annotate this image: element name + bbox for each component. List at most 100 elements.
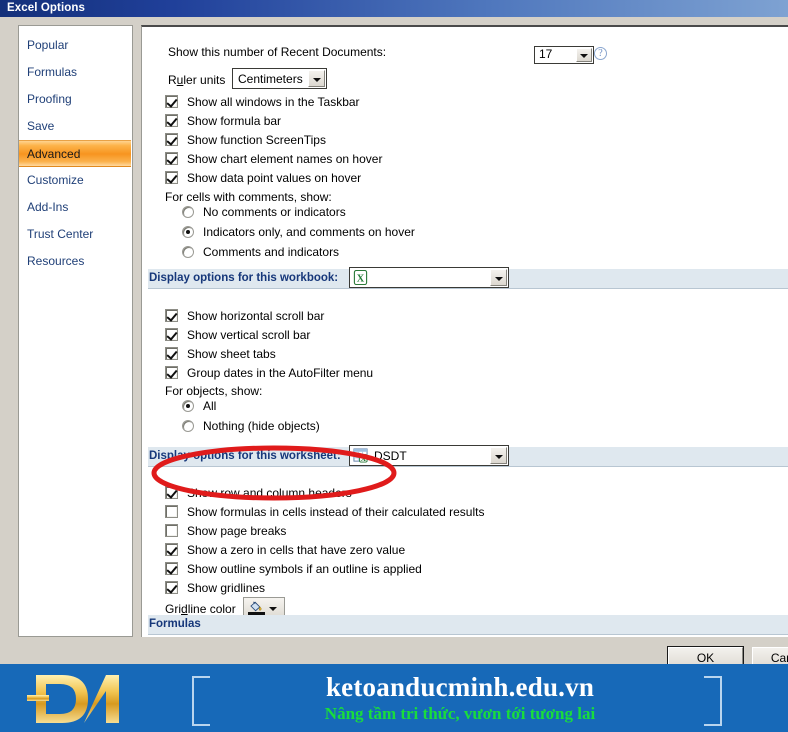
banner-slogan: Nâng tầm tri thức, vươn tới tương lai bbox=[324, 704, 596, 723]
chevron-down-icon[interactable] bbox=[269, 607, 277, 611]
radio-no-comments-or-indicators[interactable]: No comments or indicators bbox=[182, 205, 346, 219]
checkbox-label: Show vertical scroll bar bbox=[187, 328, 311, 342]
checkbox-group-dates-in-the-autofilter-menu[interactable]: Group dates in the AutoFilter menu bbox=[165, 366, 373, 380]
radio-comments-and-indicators[interactable]: Comments and indicators bbox=[182, 245, 339, 259]
checkbox-label: Show row and column headers bbox=[187, 486, 352, 500]
sidebar-item-trust-center[interactable]: Trust Center bbox=[19, 221, 132, 248]
checkbox-icon[interactable] bbox=[165, 309, 178, 322]
sidebar-item-label: Resources bbox=[27, 254, 85, 268]
checkbox-label: Show chart element names on hover bbox=[187, 152, 383, 166]
checkbox-icon[interactable] bbox=[165, 133, 178, 146]
sidebar-item-resources[interactable]: Resources bbox=[19, 248, 132, 275]
sidebar-item-label: Popular bbox=[27, 38, 69, 52]
ruler-units-combo[interactable]: Centimeters bbox=[232, 68, 327, 89]
sidebar-item-add-ins[interactable]: Add-Ins bbox=[19, 194, 132, 221]
help-icon[interactable]: ? bbox=[594, 47, 607, 60]
radio-indicators-only-and-comments-on-hover[interactable]: Indicators only, and comments on hover bbox=[182, 225, 415, 239]
paint-bucket-icon bbox=[249, 601, 263, 612]
radio-label: All bbox=[203, 399, 217, 413]
sidebar-item-save[interactable]: Save bbox=[19, 113, 132, 140]
sidebar-item-label: Save bbox=[27, 119, 55, 133]
scroll-clip-mask bbox=[142, 27, 788, 45]
radio-label: Indicators only, and comments on hover bbox=[203, 225, 415, 239]
ducminh-logo bbox=[27, 675, 119, 723]
checkbox-icon[interactable] bbox=[165, 152, 178, 165]
checkbox-icon[interactable] bbox=[165, 171, 178, 184]
ruler-units-label-rest: ler units bbox=[183, 73, 226, 87]
checkbox-icon[interactable] bbox=[165, 543, 178, 556]
worksheet-select-combo[interactable]: X DSDT bbox=[349, 445, 509, 466]
recent-documents-label: Show this number of Recent Documents: bbox=[168, 45, 387, 59]
checkbox-label: Show sheet tabs bbox=[187, 347, 276, 361]
sidebar-item-label: Add-Ins bbox=[27, 200, 69, 214]
checkbox-show-all-windows-in-the-taskbar[interactable]: Show all windows in the Taskbar bbox=[165, 95, 360, 109]
radio-all[interactable]: All bbox=[182, 399, 216, 413]
window-title-bar: Excel Options bbox=[0, 0, 788, 17]
objects-group-label: For objects, show: bbox=[165, 384, 263, 398]
sidebar-item-popular[interactable]: Popular bbox=[19, 32, 132, 59]
excel-options-dialog: Excel Options Popular Formulas Proofing Sav… bbox=[0, 0, 788, 671]
site-banner: ketoanducminh.edu.vn Nâng tầm tri thức, … bbox=[0, 664, 788, 732]
spinner-down-arrow-icon[interactable] bbox=[576, 48, 592, 62]
chevron-down-icon[interactable] bbox=[490, 447, 507, 464]
chevron-down-icon[interactable] bbox=[490, 269, 507, 286]
checkbox-icon[interactable] bbox=[165, 581, 178, 594]
workbook-section-title: Display options for this workbook: bbox=[149, 272, 339, 284]
checkbox-icon[interactable] bbox=[165, 95, 178, 108]
sidebar-item-label: Formulas bbox=[27, 65, 78, 79]
recent-documents-spinner[interactable]: 17 bbox=[534, 46, 594, 64]
radio-icon[interactable] bbox=[182, 226, 194, 238]
options-content-pane: Show this number of Recent Documents: 17… bbox=[141, 25, 788, 637]
checkbox-show-a-zero-in-cells-that-have-zero-valu[interactable]: Show a zero in cells that have zero valu… bbox=[165, 543, 405, 557]
sidebar-item-label: Advanced bbox=[27, 147, 81, 161]
checkbox-show-function-screentips[interactable]: Show function ScreenTips bbox=[165, 133, 326, 147]
sidebar-item-advanced[interactable]: Advanced bbox=[19, 140, 131, 167]
worksheet-icon: X bbox=[353, 448, 368, 466]
checkbox-show-outline-symbols-if-an-outline-is-ap[interactable]: Show outline symbols if an outline is ap… bbox=[165, 562, 422, 576]
checkbox-show-formulas-in-cells-instead-of-their-[interactable]: Show formulas in cells instead of their … bbox=[165, 505, 484, 519]
radio-icon[interactable] bbox=[182, 206, 194, 218]
sidebar-item-customize[interactable]: Customize bbox=[19, 167, 132, 194]
checkbox-icon[interactable] bbox=[165, 347, 178, 360]
svg-text:X: X bbox=[357, 273, 365, 284]
checkbox-show-chart-element-names-on-hover[interactable]: Show chart element names on hover bbox=[165, 152, 382, 166]
checkbox-label: Group dates in the AutoFilter menu bbox=[187, 366, 374, 380]
checkbox-icon[interactable] bbox=[165, 562, 178, 575]
banner-site-name: ketoanducminh.edu.vn bbox=[325, 672, 595, 702]
checkbox-icon[interactable] bbox=[165, 524, 178, 537]
checkbox-icon[interactable] bbox=[165, 486, 178, 499]
checkbox-label: Show a zero in cells that have zero valu… bbox=[187, 543, 406, 557]
formulas-section-bar bbox=[148, 615, 788, 635]
checkbox-show-data-point-values-on-hover[interactable]: Show data point values on hover bbox=[165, 171, 361, 185]
comments-group-label: For cells with comments, show: bbox=[165, 190, 332, 204]
options-scroll-content: Show this number of Recent Documents: 17… bbox=[142, 27, 788, 637]
checkbox-icon[interactable] bbox=[165, 366, 178, 379]
options-category-list: Popular Formulas Proofing Save Advanced Custo… bbox=[18, 25, 133, 637]
checkbox-show-page-breaks[interactable]: Show page breaks bbox=[165, 524, 286, 538]
workbook-select-combo[interactable]: X bbox=[349, 267, 509, 288]
titlebar-spacer bbox=[0, 17, 788, 22]
checkbox-show-formula-bar[interactable]: Show formula bar bbox=[165, 114, 281, 128]
worksheet-name: DSDT bbox=[374, 449, 407, 463]
sidebar-item-formulas[interactable]: Formulas bbox=[19, 59, 132, 86]
checkbox-label: Show outline symbols if an outline is ap… bbox=[187, 562, 422, 576]
checkbox-show-horizontal-scroll-bar[interactable]: Show horizontal scroll bar bbox=[165, 309, 324, 323]
sidebar-item-label: Trust Center bbox=[27, 227, 94, 241]
checkbox-show-sheet-tabs[interactable]: Show sheet tabs bbox=[165, 347, 276, 361]
checkbox-show-gridlines[interactable]: Show gridlines bbox=[165, 581, 265, 595]
checkbox-icon[interactable] bbox=[165, 114, 178, 127]
worksheet-section-title: Display options for this worksheet: bbox=[149, 450, 341, 462]
radio-icon[interactable] bbox=[182, 246, 194, 258]
radio-nothing-hide-objects[interactable]: Nothing (hide objects) bbox=[182, 419, 320, 433]
checkbox-label: Show horizontal scroll bar bbox=[187, 309, 325, 323]
checkbox-icon[interactable] bbox=[165, 505, 178, 518]
svg-text:X: X bbox=[361, 454, 367, 463]
radio-icon[interactable] bbox=[182, 420, 194, 432]
radio-icon[interactable] bbox=[182, 400, 194, 412]
radio-label: Comments and indicators bbox=[203, 245, 340, 259]
chevron-down-icon[interactable] bbox=[308, 70, 325, 87]
checkbox-icon[interactable] bbox=[165, 328, 178, 341]
checkbox-show-vertical-scroll-bar[interactable]: Show vertical scroll bar bbox=[165, 328, 310, 342]
sidebar-item-proofing[interactable]: Proofing bbox=[19, 86, 132, 113]
checkbox-show-row-and-column-headers[interactable]: Show row and column headers bbox=[165, 486, 352, 500]
